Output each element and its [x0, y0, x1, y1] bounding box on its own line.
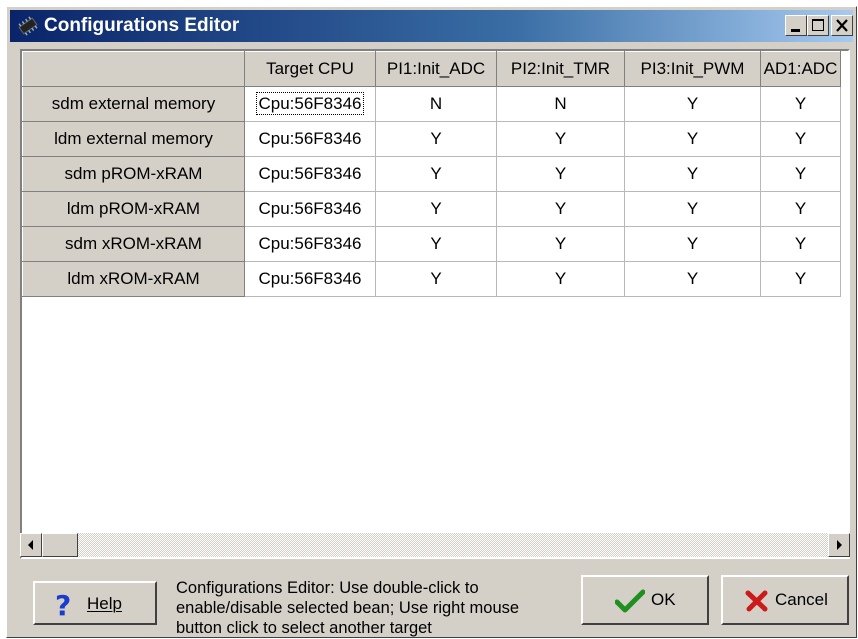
close-button[interactable]	[831, 15, 853, 36]
arrow-left-icon	[28, 540, 33, 550]
question-mark-icon: ?	[55, 589, 72, 622]
bean-state-cell[interactable]: Y	[496, 191, 625, 227]
bean-state-cell[interactable]: Y	[624, 156, 761, 192]
configurations-grid-area[interactable]: Target CPU PI1:Init_ADC PI2:Init_TMR PI3…	[20, 49, 850, 559]
chip-icon	[18, 16, 38, 36]
title-bar[interactable]: Configurations Editor	[10, 10, 853, 42]
bean-state-cell[interactable]: Y	[375, 156, 497, 192]
ok-label: OK	[651, 590, 676, 609]
minimize-button[interactable]	[785, 15, 807, 36]
help-button[interactable]: ? Help	[33, 581, 157, 625]
bean-state-cell[interactable]: Y	[375, 121, 497, 157]
target-cpu-cell[interactable]: Cpu:56F8346	[244, 156, 376, 192]
bean-state-cell[interactable]: Y	[624, 226, 761, 262]
maximize-button[interactable]	[807, 15, 829, 36]
bean-state-cell[interactable]: Y	[375, 226, 497, 262]
bean-state-cell[interactable]: Y	[496, 156, 625, 192]
target-cpu-cell[interactable]: Cpu:56F8346	[244, 191, 376, 227]
window-title: Configurations Editor	[44, 15, 240, 36]
hint-text: Configurations Editor: Use double-click …	[176, 579, 520, 637]
row-header-ldm-xrom-xram[interactable]: ldm xROM-xRAM	[22, 261, 245, 297]
bean-state-cell[interactable]: Y	[375, 191, 497, 227]
table-row: ldm xROM-xRAM Cpu:56F8346 Y Y Y Y	[22, 261, 841, 297]
maximize-icon	[812, 19, 824, 31]
target-cpu-value: Cpu:56F8346	[256, 92, 364, 115]
scroll-left-button[interactable]	[20, 533, 42, 557]
table-row: ldm pROM-xRAM Cpu:56F8346 Y Y Y Y	[22, 191, 841, 227]
column-header-target-cpu[interactable]: Target CPU	[244, 51, 376, 87]
ok-button[interactable]: OK	[581, 575, 709, 625]
row-header-sdm-xrom-xram[interactable]: sdm xROM-xRAM	[22, 226, 245, 262]
row-header-sdm-prom-xram[interactable]: sdm pROM-xRAM	[22, 156, 245, 192]
column-header-row: Target CPU PI1:Init_ADC PI2:Init_TMR PI3…	[22, 51, 841, 87]
checkmark-icon	[615, 589, 645, 613]
bean-state-cell[interactable]: Y	[624, 261, 761, 297]
table-row: sdm xROM-xRAM Cpu:56F8346 Y Y Y Y	[22, 226, 841, 262]
target-cpu-cell[interactable]: Cpu:56F8346	[244, 226, 376, 262]
row-header-ldm-prom-xram[interactable]: ldm pROM-xRAM	[22, 191, 245, 227]
bean-state-cell[interactable]: Y	[624, 86, 761, 122]
row-header-sdm-external-memory[interactable]: sdm external memory	[22, 86, 245, 122]
scroll-right-button[interactable]	[828, 533, 850, 557]
table-row: sdm external memory Cpu:56F8346 N N Y Y	[22, 86, 841, 122]
bean-state-cell[interactable]: Y	[760, 261, 841, 297]
table-row: ldm external memory Cpu:56F8346 Y Y Y Y	[22, 121, 841, 157]
bean-state-cell[interactable]: Y	[760, 191, 841, 227]
help-label: Help	[87, 594, 122, 613]
configurations-table: Target CPU PI1:Init_ADC PI2:Init_TMR PI3…	[22, 51, 841, 297]
bean-state-cell[interactable]: Y	[496, 226, 625, 262]
bean-state-cell[interactable]: Y	[375, 261, 497, 297]
close-icon	[836, 19, 848, 32]
horizontal-scrollbar[interactable]	[20, 533, 850, 557]
column-header-pi3-init-pwm[interactable]: PI3:Init_PWM	[624, 51, 761, 87]
table-row: sdm pROM-xRAM Cpu:56F8346 Y Y Y Y	[22, 156, 841, 192]
row-header-ldm-external-memory[interactable]: ldm external memory	[22, 121, 245, 157]
bean-state-cell[interactable]: Y	[496, 121, 625, 157]
configurations-editor-window: Configurations Editor Target CPU PI1:Ini…	[6, 6, 857, 638]
bean-state-cell[interactable]: Y	[624, 191, 761, 227]
target-cpu-cell[interactable]: Cpu:56F8346	[244, 86, 376, 122]
bean-state-cell[interactable]: N	[375, 86, 497, 122]
column-header-ad1-adc[interactable]: AD1:ADC	[760, 51, 841, 87]
x-mark-icon	[745, 590, 768, 612]
minimize-icon	[791, 29, 800, 32]
column-header-pi1-init-adc[interactable]: PI1:Init_ADC	[375, 51, 497, 87]
arrow-right-icon	[837, 540, 842, 550]
scrollbar-thumb[interactable]	[42, 533, 78, 557]
bean-state-cell[interactable]: Y	[760, 226, 841, 262]
bean-state-cell[interactable]: Y	[496, 261, 625, 297]
cancel-button[interactable]: Cancel	[721, 575, 849, 625]
corner-header	[22, 51, 245, 87]
bean-state-cell[interactable]: Y	[760, 86, 841, 122]
cancel-label: Cancel	[775, 590, 828, 609]
target-cpu-cell[interactable]: Cpu:56F8346	[244, 121, 376, 157]
bean-state-cell[interactable]: Y	[624, 121, 761, 157]
bean-state-cell[interactable]: Y	[760, 121, 841, 157]
bean-state-cell[interactable]: N	[496, 86, 625, 122]
column-header-pi2-init-tmr[interactable]: PI2:Init_TMR	[496, 51, 625, 87]
bean-state-cell[interactable]: Y	[760, 156, 841, 192]
target-cpu-cell[interactable]: Cpu:56F8346	[244, 261, 376, 297]
